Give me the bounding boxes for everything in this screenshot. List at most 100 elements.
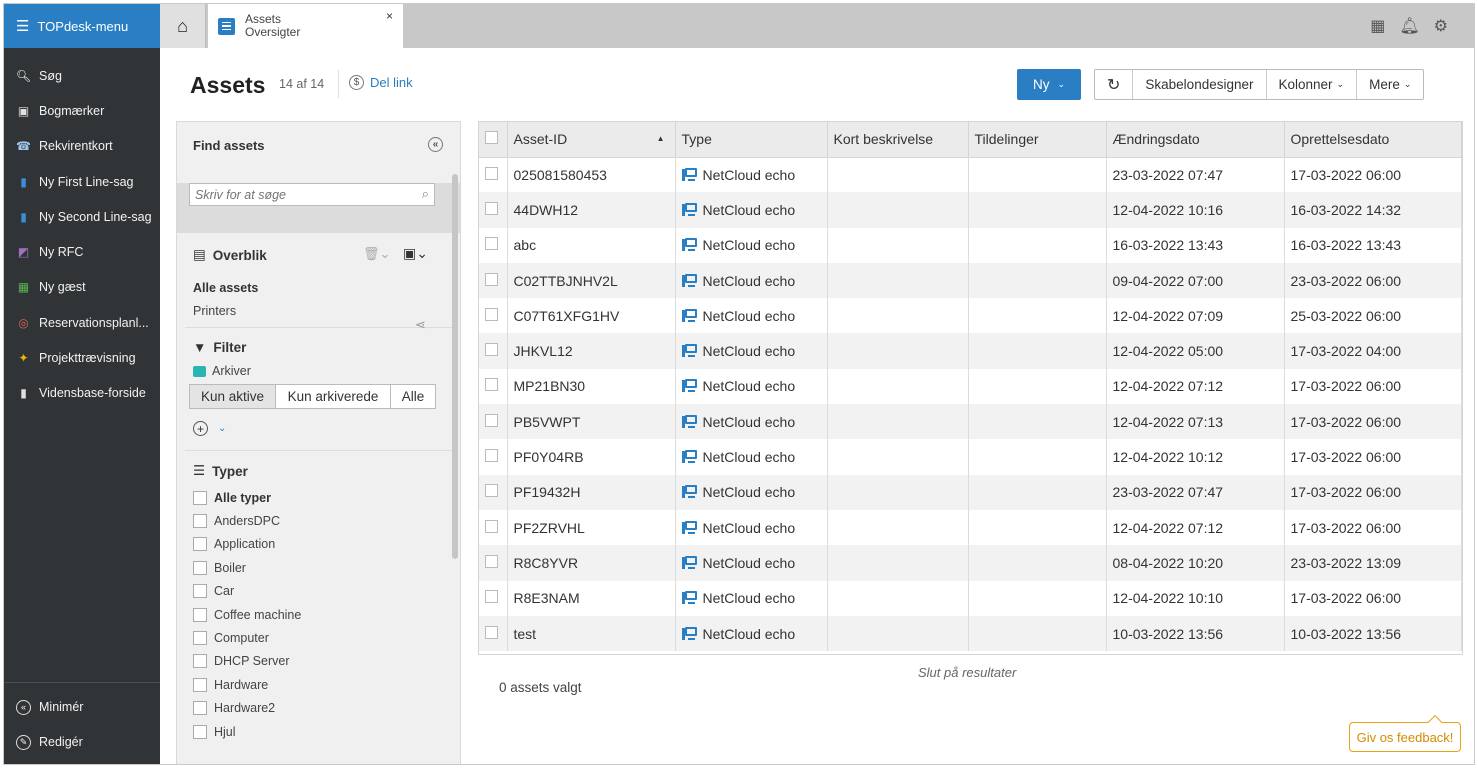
table-row[interactable]: C07T61XFG1HV NetCloud echo 12-04-2022 07:0… <box>478 298 1462 334</box>
row-checkbox[interactable] <box>485 590 498 604</box>
row-checkbox[interactable] <box>485 307 498 321</box>
asset-id-cell[interactable]: 025081580453 <box>507 157 676 193</box>
row-checkbox[interactable] <box>485 343 498 357</box>
asset-id-cell[interactable]: MP21BN30 <box>507 368 676 405</box>
checkbox[interactable] <box>193 537 207 552</box>
table-row[interactable]: MP21BN30 NetCloud echo 12-04-2022 07:12 17-… <box>478 368 1462 405</box>
sidebar-item-bookmark[interactable]: ▣ Bogmærker <box>4 93 160 128</box>
checkbox[interactable] <box>193 560 207 575</box>
sidebar-item-second-line-call[interactable]: ▮ Ny Second Line-sag <box>4 199 160 234</box>
asset-id-cell[interactable]: PB5VWPT <box>507 404 676 440</box>
asset-id-cell[interactable]: PF0Y04RB <box>507 439 676 475</box>
refresh-button[interactable]: ↻ <box>1095 70 1134 99</box>
panel-scrollbar[interactable] <box>452 174 458 559</box>
column-header-short-description[interactable]: Kort beskrivelse <box>827 121 969 158</box>
type-option[interactable]: DHCP Server <box>193 650 460 673</box>
share-icon[interactable]: ⋖ <box>415 317 426 333</box>
checkbox[interactable] <box>193 701 207 716</box>
checkbox[interactable] <box>193 514 207 529</box>
type-option[interactable]: Hardware2 <box>193 697 460 720</box>
new-button[interactable]: Ny ⌄ <box>1017 69 1081 100</box>
type-option[interactable]: Hjul <box>193 720 460 743</box>
trash-icon[interactable]: 🗑︎⌄ <box>363 246 390 262</box>
row-checkbox[interactable] <box>485 554 498 568</box>
save-icon[interactable]: ▣⌄ <box>403 245 428 262</box>
column-header-changed-date[interactable]: Ændringsdato <box>1106 121 1285 158</box>
row-checkbox[interactable] <box>485 237 498 251</box>
table-row[interactable]: R8E3NAM NetCloud echo 12-04-2022 10:10 17-0… <box>478 580 1462 616</box>
row-checkbox[interactable] <box>485 484 498 498</box>
row-checkbox[interactable] <box>485 166 498 180</box>
table-row[interactable]: PF0Y04RB NetCloud echo 12-04-2022 10:12 17-… <box>478 439 1462 475</box>
checkbox[interactable] <box>193 584 207 599</box>
asset-id-cell[interactable]: JHKVL12 <box>507 333 676 369</box>
type-option[interactable]: Coffee machine <box>193 603 460 626</box>
asset-id-cell[interactable]: C07T61XFG1HV <box>507 298 676 334</box>
sidebar-item-search[interactable]: 🔍︎ Søg <box>4 58 160 93</box>
select-all-checkbox[interactable] <box>485 130 498 144</box>
table-row[interactable]: PF19432H NetCloud echo 23-03-2022 07:47 17-… <box>478 474 1462 510</box>
table-row[interactable]: 025081580453 NetCloud echo 23-03-2022 07:4… <box>478 157 1462 193</box>
asset-id-cell[interactable]: test <box>507 615 676 652</box>
column-header-assignments[interactable]: Tildelinger <box>968 121 1107 158</box>
more-button[interactable]: Mere ⌄ <box>1357 70 1423 99</box>
sidebar-item-edit[interactable]: ✎ Redigér <box>4 725 160 760</box>
sidebar-item-caller-card[interactable]: ☎ Rekvirentkort <box>4 129 160 164</box>
asset-id-cell[interactable]: abc <box>507 227 676 263</box>
asset-id-cell[interactable]: PF2ZRVHL <box>507 509 676 546</box>
row-checkbox[interactable] <box>485 519 498 533</box>
row-checkbox[interactable] <box>485 449 498 463</box>
all-assets-view[interactable]: Alle assets <box>193 281 460 295</box>
collapse-panel-icon[interactable]: « <box>428 137 443 152</box>
type-option[interactable]: Boiler <box>193 556 460 579</box>
asset-id-cell[interactable]: R8E3NAM <box>507 580 676 616</box>
row-checkbox[interactable] <box>485 201 498 215</box>
checkbox[interactable] <box>193 490 207 505</box>
asset-id-cell[interactable]: PF19432H <box>507 474 676 510</box>
home-button[interactable]: ⌂ <box>160 4 206 48</box>
asset-id-cell[interactable]: C02TTBJNHV2L <box>507 262 676 299</box>
table-row[interactable]: test NetCloud echo 10-03-2022 13:56 10-03-2… <box>478 615 1462 652</box>
table-row[interactable]: abc NetCloud echo 16-03-2022 13:43 16-03-20… <box>478 227 1462 263</box>
sidebar-item-knowledge-base[interactable]: ▮ Vidensbase-forside <box>4 376 160 411</box>
row-checkbox[interactable] <box>485 272 498 286</box>
type-option[interactable]: AndersDPC <box>193 509 460 532</box>
search-input[interactable] <box>195 187 405 202</box>
search-field[interactable]: ⌕ <box>189 183 435 206</box>
template-designer-button[interactable]: Skabelondesigner <box>1133 70 1267 99</box>
type-option-all[interactable]: Alle typer <box>193 486 460 509</box>
table-row[interactable]: PB5VWPT NetCloud echo 12-04-2022 07:13 17-0… <box>478 404 1462 440</box>
table-row[interactable]: C02TTBJNHV2L NetCloud echo 09-04-2022 07:0… <box>478 262 1462 299</box>
type-option[interactable]: Computer <box>193 626 460 649</box>
type-option[interactable]: Hardware <box>193 673 460 696</box>
checkbox[interactable] <box>193 724 207 739</box>
type-option[interactable]: Car <box>193 580 460 603</box>
option-only-archived[interactable]: Kun arkiverede <box>276 385 391 408</box>
sidebar-item-minimize[interactable]: « Minimér <box>4 689 160 724</box>
checkbox[interactable] <box>193 631 207 646</box>
tab-assets[interactable]: Assets Oversigter × <box>208 4 403 48</box>
tab-close-button[interactable]: × <box>386 9 393 23</box>
row-checkbox[interactable] <box>485 625 498 639</box>
column-header-asset-id[interactable]: Asset-ID ▲ <box>507 121 676 158</box>
option-only-active[interactable]: Kun aktive <box>190 385 276 408</box>
option-all[interactable]: Alle <box>391 385 435 408</box>
sidebar-item-project-tree[interactable]: ✦ Projekttrævisning <box>4 340 160 375</box>
type-option[interactable]: Application <box>193 533 460 556</box>
sidebar-item-reservation[interactable]: ◎ Reservationsplanl... <box>4 305 160 340</box>
checkbox[interactable] <box>193 607 207 622</box>
sidebar-item-rfc[interactable]: ◩ Ny RFC <box>4 234 160 269</box>
table-row[interactable]: 44DWH12 NetCloud echo 12-04-2022 10:16 16-0… <box>478 192 1462 228</box>
column-header-type[interactable]: Type <box>675 121 828 158</box>
add-filter-button[interactable]: + ⌄ <box>193 421 460 436</box>
checkbox[interactable] <box>193 654 207 669</box>
printers-view[interactable]: Printers <box>193 304 460 318</box>
column-header-created-date[interactable]: Oprettelsesdato <box>1284 121 1462 158</box>
table-row[interactable]: PF2ZRVHL NetCloud echo 12-04-2022 07:12 17-… <box>478 509 1462 546</box>
sidebar-item-first-line-call[interactable]: ▮ Ny First Line-sag <box>4 164 160 199</box>
columns-button[interactable]: Kolonner ⌄ <box>1267 70 1358 99</box>
sidebar-item-guest[interactable]: ▦ Ny gæst <box>4 270 160 305</box>
asset-id-cell[interactable]: R8C8YVR <box>507 545 676 581</box>
feedback-button[interactable]: Giv os feedback! <box>1349 722 1461 752</box>
row-checkbox[interactable] <box>485 413 498 427</box>
